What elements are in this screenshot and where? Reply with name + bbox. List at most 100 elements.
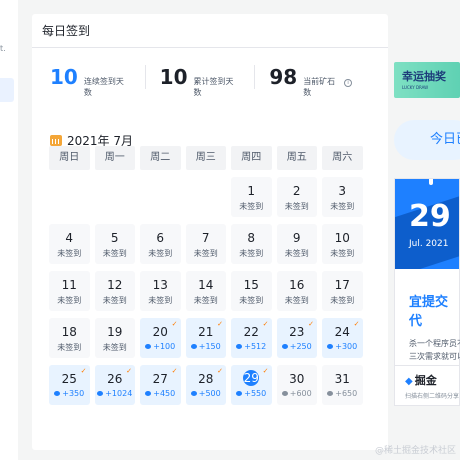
calendar-empty-cell (186, 177, 227, 217)
calendar-day[interactable]: 1 未签到 (231, 177, 272, 217)
calendar-day[interactable]: 12 未签到 (94, 271, 135, 311)
calendar-day[interactable]: 6 未签到 (140, 224, 181, 264)
stat-value: 10 (50, 65, 78, 89)
calendar-day[interactable]: 15 未签到 (231, 271, 272, 311)
calendar-day[interactable]: 16 未签到 (276, 271, 317, 311)
day-status: 未签到 (330, 202, 355, 211)
calendar-day[interactable]: 2 未签到 (276, 177, 317, 217)
calendar-day[interactable]: 10 未签到 (322, 224, 363, 264)
calendar-day[interactable]: 4 未签到 (49, 224, 90, 264)
checkmark-icon: ✓ (217, 367, 223, 375)
calendar-day[interactable]: 27 +450 ✓ (140, 365, 181, 405)
day-number: 7 (201, 231, 210, 245)
calendar-day[interactable]: 21 +150 ✓ (185, 318, 226, 358)
stat-label: 当前矿石数 (303, 77, 336, 97)
calendar-day[interactable]: 18 未签到 (49, 318, 90, 358)
day-status: +512 (231, 342, 272, 351)
day-status: 未签到 (193, 296, 218, 305)
sign-in-button[interactable]: 今日已 (394, 120, 460, 160)
sidebar-active-item[interactable] (0, 78, 14, 102)
sidebar-text-fragment: t. (0, 44, 6, 53)
calendar-day[interactable]: 22 +512 ✓ (231, 318, 272, 358)
calendar-day[interactable]: 8 未签到 (231, 224, 272, 264)
card-day: 29 (409, 199, 451, 234)
day-status: 未签到 (57, 296, 82, 305)
day-status: 未签到 (148, 296, 173, 305)
day-number: 1 (247, 184, 256, 198)
day-status: +500 (186, 389, 227, 398)
lottery-label: 幸运抽奖 (402, 70, 446, 83)
day-number: 11 (61, 278, 77, 292)
lucky-draw-banner[interactable]: 幸运抽奖 LUCKY DRAW (394, 62, 460, 98)
checkmark-icon: ✓ (353, 320, 360, 328)
calendar-day[interactable]: 19 未签到 (94, 318, 135, 358)
day-number: 17 (334, 278, 350, 292)
panel-title: 每日签到 (32, 14, 388, 48)
day-status: +250 (277, 342, 318, 351)
calendar-empty-cell (95, 177, 136, 217)
card-desc-line: 三次需求就可以 (409, 352, 460, 361)
day-status: +1024 (95, 389, 136, 398)
weekday-header: 周二 (140, 146, 181, 170)
weekday-header: 周六 (322, 146, 363, 170)
day-number: 10 (334, 231, 350, 245)
day-status: 未签到 (239, 202, 264, 211)
card-date-banner: 29 Jul. 2021 (395, 179, 459, 269)
day-number: 8 (247, 231, 256, 245)
pin-icon (429, 179, 433, 185)
calendar-day[interactable]: 3 未签到 (322, 177, 363, 217)
checkmark-icon: ✓ (308, 320, 314, 328)
calendar-day[interactable]: 9 未签到 (276, 224, 317, 264)
day-number: 30 (289, 372, 305, 386)
day-number: 16 (289, 278, 305, 292)
info-icon[interactable]: i (344, 79, 352, 87)
calendar-day-today[interactable]: 29 +550 ✓ (231, 365, 272, 405)
brand: ◆ 掘金 (405, 372, 460, 388)
day-status: +650 (322, 389, 363, 398)
day-number: 14 (198, 278, 214, 292)
stat-value: 10 (159, 65, 188, 89)
weekday-header: 周五 (276, 146, 317, 170)
day-number: 3 (338, 184, 347, 198)
calendar-day[interactable]: 24 +300 ✓ (322, 318, 363, 358)
card-month: Jul. 2021 (409, 239, 449, 249)
sign-stats: 10 连续签到天数 10 累计签到天数 98 当前矿石数 i (50, 64, 380, 97)
calendar-day[interactable]: 25 +350 ✓ (49, 365, 90, 405)
calendar-grid: 周日 周一 周二 周三 周四 周五 周六 1 未签到 2 未签到 3 未签到 4 未签到 5 未签到 6 未签到 7 未… (49, 146, 363, 405)
left-sidebar: t. (0, 0, 18, 460)
calendar-day[interactable]: 26 +1024 ✓ (94, 365, 136, 405)
day-status: +600 (277, 389, 318, 398)
card-footer: ◆ 掘金 扫描右侧二维码分享 (395, 365, 460, 405)
calendar-day[interactable]: 14 未签到 (185, 271, 226, 311)
calendar-icon (50, 135, 62, 146)
day-number: 19 (107, 325, 123, 339)
day-status: 未签到 (102, 296, 127, 305)
day-status: 未签到 (57, 249, 82, 258)
calendar-empty-cell (140, 177, 181, 217)
checkmark-icon: ✓ (126, 367, 132, 375)
day-number: 12 (107, 278, 123, 292)
weekday-header: 周一 (94, 146, 135, 170)
calendar-day[interactable]: 30 +600 (276, 365, 318, 405)
calendar-day[interactable]: 17 未签到 (322, 271, 363, 311)
calendar-day[interactable]: 11 未签到 (49, 271, 90, 311)
day-number: 18 (61, 325, 77, 339)
stat-consecutive-days: 10 连续签到天数 (50, 65, 146, 97)
day-number: 29 (243, 370, 260, 386)
calendar-day[interactable]: 5 未签到 (94, 224, 135, 264)
card-desc-line: 杀一个程序员不 (409, 339, 460, 348)
calendar-day[interactable]: 31 +650 (322, 365, 363, 405)
calendar-empty-cell (49, 177, 90, 217)
scan-text: 扫描右侧二维码分享 (405, 393, 460, 400)
calendar-day[interactable]: 23 +250 ✓ (276, 318, 318, 358)
weekday-header: 周日 (49, 146, 90, 170)
checkmark-icon: ✓ (171, 320, 178, 328)
calendar-day[interactable]: 13 未签到 (140, 271, 181, 311)
stat-total-days: 10 累计签到天数 (159, 65, 256, 97)
stat-label: 累计签到天数 (193, 77, 234, 97)
calendar-day[interactable]: 20 +100 ✓ (140, 318, 181, 358)
juejin-logo-icon: ◆ (405, 376, 413, 387)
day-status: +550 (231, 389, 272, 398)
calendar-day[interactable]: 7 未签到 (185, 224, 226, 264)
calendar-day[interactable]: 28 +500 ✓ (185, 365, 227, 405)
